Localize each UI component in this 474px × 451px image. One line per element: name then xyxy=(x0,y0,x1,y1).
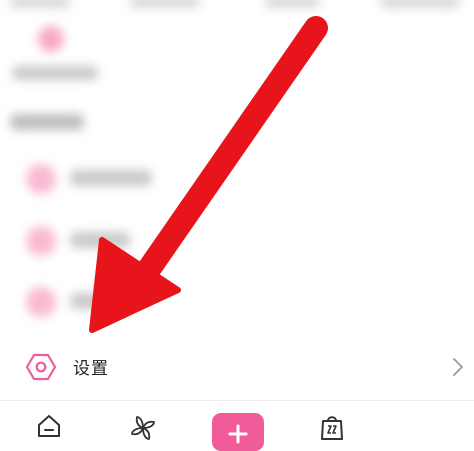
blurred-row-icon[interactable] xyxy=(26,226,56,256)
home-icon[interactable] xyxy=(36,413,66,443)
settings-label: 设置 xyxy=(73,359,109,379)
blurred-label xyxy=(12,66,98,80)
blurred-row-label xyxy=(70,293,120,309)
hexagon-gear-icon xyxy=(25,351,57,383)
settings-row[interactable]: 设置 xyxy=(0,338,474,396)
blurred-row-icon[interactable] xyxy=(26,164,56,194)
blurred-icon xyxy=(38,26,64,52)
pinwheel-icon[interactable] xyxy=(128,413,158,443)
plus-icon xyxy=(228,424,248,444)
chevron-right-icon xyxy=(452,357,464,377)
blurred-section-title xyxy=(10,114,84,130)
shopping-bag-icon[interactable] xyxy=(318,413,348,443)
bottom-tab-bar xyxy=(0,401,474,451)
add-button[interactable] xyxy=(212,413,264,451)
blurred-row-label xyxy=(70,232,130,248)
blurred-row-label xyxy=(70,170,152,186)
blurred-top-strip xyxy=(0,0,474,10)
blurred-row-icon[interactable] xyxy=(26,287,56,317)
